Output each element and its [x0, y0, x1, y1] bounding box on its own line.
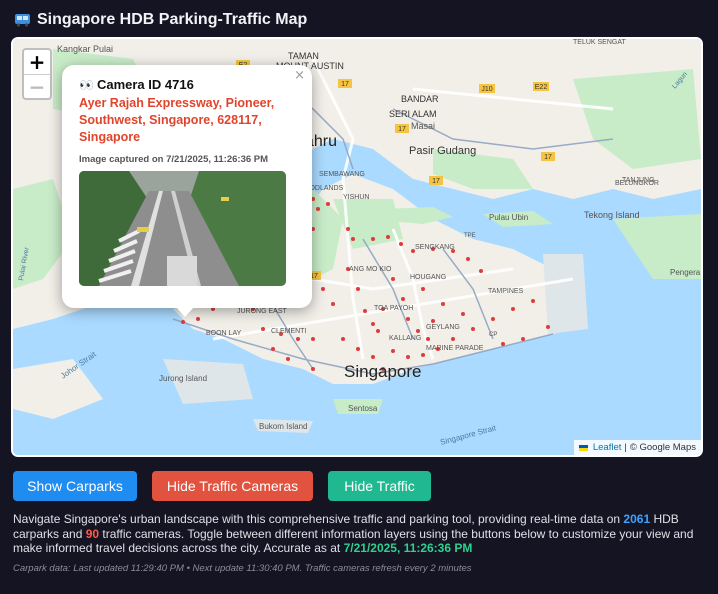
map-label: KALLANG: [389, 335, 421, 342]
map-label: Tekong Island: [584, 210, 640, 220]
map-label: MARINE PARADE: [426, 345, 484, 352]
map-label: BOON LAY: [206, 330, 242, 337]
map-label: Pengera: [670, 268, 701, 277]
map-label: CLEMENTI: [271, 328, 306, 335]
map-label: JURONG EAST: [237, 308, 288, 315]
map-label: Jurong Island: [159, 374, 207, 383]
zoom-control: + −: [22, 48, 52, 100]
map-container[interactable]: E2 17 J10 E22 17 17 17 17 Kangkar Pulai …: [11, 37, 703, 457]
map-label: Singapore: [344, 362, 422, 381]
map-label: SERI ALAM: [389, 109, 437, 119]
map-label: CP: [489, 332, 497, 338]
hide-traffic-cameras-button[interactable]: Hide Traffic Cameras: [152, 471, 313, 501]
camera-image: [79, 171, 286, 286]
map-label: Pasir Gudang: [409, 145, 476, 157]
map-label: SEMBAWANG: [319, 171, 365, 178]
map-label: BELUNGKOR: [615, 180, 659, 187]
map-label: GEYLANG: [426, 324, 460, 331]
description-text: Navigate Singapore's urban landscape wit…: [13, 512, 624, 526]
road-shield: 17: [398, 126, 406, 133]
map-label: YISHUN: [343, 194, 369, 201]
popup-close-button[interactable]: ×: [294, 68, 305, 83]
road-shield: 17: [544, 154, 552, 161]
popup-header: 👀 Camera ID 4716: [79, 77, 296, 92]
map-label: TPE: [464, 233, 476, 239]
title-bar: Singapore HDB Parking-Traffic Map: [14, 9, 307, 31]
carpark-count: 2061: [623, 512, 651, 526]
road-shield: E22: [535, 84, 548, 91]
map-label: BANDAR: [401, 94, 439, 104]
camera-id: Camera ID 4716: [96, 77, 194, 92]
footer-status: Carpark data: Last updated 11:29:40 PM •…: [13, 563, 472, 574]
leaflet-link[interactable]: Leaflet: [593, 440, 622, 455]
road-shield: 17: [432, 178, 440, 185]
map-label: Pulau Ubin: [489, 213, 528, 222]
capture-time: Image captured on 7/21/2025, 11:26:36 PM: [79, 154, 269, 165]
camera-popup: × 👀 Camera ID 4716 Ayer Rajah Expressway…: [62, 65, 312, 308]
attribution-separator: |: [624, 442, 627, 453]
bus-icon: [15, 14, 30, 27]
map-attribution: Leaflet | © Google Maps: [573, 440, 701, 455]
map-label: HOUGANG: [410, 274, 446, 281]
page-title: Singapore HDB Parking-Traffic Map: [37, 11, 308, 28]
camera-count: 90: [85, 526, 100, 541]
map-label: SENGKANG: [415, 244, 455, 251]
camera-location: Ayer Rajah Expressway, Pioneer, Southwes…: [79, 96, 275, 144]
road-shield: 17: [341, 81, 349, 88]
map-label: Kangkar Pulai: [57, 44, 113, 54]
map-label: Masai: [411, 121, 435, 131]
map-label: Sentosa: [348, 404, 378, 413]
map-label: TAMAN: [288, 51, 319, 61]
map-label: TOA PAYOH: [374, 305, 413, 312]
map-label: TAMPINES: [488, 288, 524, 295]
popup-pointer: [176, 307, 194, 317]
zoom-in-button[interactable]: +: [24, 50, 50, 74]
ukraine-flag-icon: [578, 444, 588, 451]
hide-traffic-button[interactable]: Hide Traffic: [328, 471, 431, 501]
google-maps-credit: © Google Maps: [629, 442, 696, 453]
zoom-out-button[interactable]: −: [24, 74, 50, 99]
map-label: Bukom Island: [259, 422, 307, 431]
description: Navigate Singapore's urban landscape wit…: [13, 512, 703, 556]
show-carparks-button[interactable]: Show Carparks: [13, 471, 137, 501]
map-label: TELUK SENGAT: [573, 39, 626, 46]
eyes-icon: 👀: [79, 77, 94, 92]
road-shield: J10: [481, 86, 492, 93]
accurate-timestamp: 7/21/2025, 11:26:36 PM: [343, 541, 473, 555]
map-label: ANG MO KIO: [349, 266, 392, 273]
